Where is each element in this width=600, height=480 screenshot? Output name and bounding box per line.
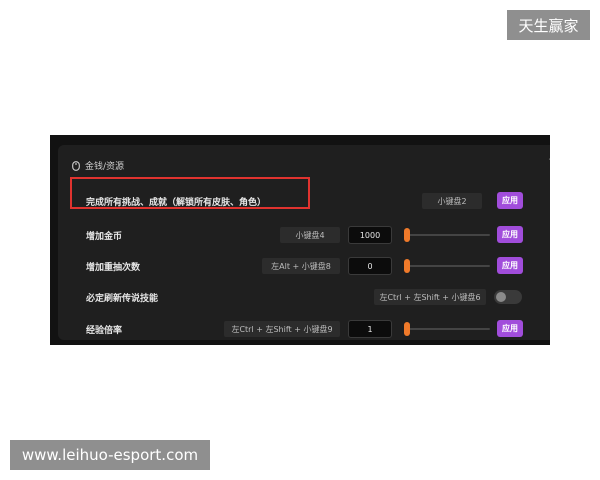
setting-row-exp-multiplier: 经验倍率 左Ctrl + 左Shift + 小键盘9 1 应用 <box>58 317 550 341</box>
slider-thumb[interactable] <box>404 228 410 242</box>
slider-thumb[interactable] <box>404 322 410 336</box>
slider-track[interactable] <box>404 234 490 236</box>
mouse-icon <box>72 160 80 171</box>
row-label: 增加金币 <box>86 231 123 242</box>
value-input[interactable]: 0 <box>348 257 392 275</box>
apply-button[interactable]: 应用 <box>497 192 523 209</box>
row-label: 经验倍率 <box>86 325 123 336</box>
watermark-bottom: www.leihuo-esport.com <box>10 440 210 470</box>
apply-button[interactable]: 应用 <box>497 257 523 274</box>
settings-panel: 金钱/资源 ^ 完成所有挑战、成就（解锁所有皮肤、角色） 小键盘2 应用 增加金… <box>58 145 550 340</box>
slider-track[interactable] <box>404 265 490 267</box>
highlight-annotation <box>70 177 310 209</box>
hotkey-badge[interactable]: 左Alt + 小键盘8 <box>262 258 340 274</box>
row-label: 必定刷新传说技能 <box>86 293 159 304</box>
toggle-switch[interactable] <box>494 290 522 304</box>
setting-row-add-gold: 增加金币 小键盘4 1000 应用 <box>58 223 550 247</box>
hotkey-badge[interactable]: 左Ctrl + 左Shift + 小键盘9 <box>224 321 340 337</box>
row-label: 增加重抽次数 <box>86 262 141 273</box>
setting-row-add-rerolls: 增加重抽次数 左Alt + 小键盘8 0 应用 <box>58 254 550 278</box>
toggle-knob <box>496 292 506 302</box>
section-header[interactable]: 金钱/资源 <box>72 159 124 172</box>
hotkey-badge[interactable]: 小键盘2 <box>422 193 482 209</box>
chevron-up-icon[interactable]: ^ <box>548 156 550 165</box>
apply-button[interactable]: 应用 <box>497 226 523 243</box>
watermark-top: 天生赢家 <box>507 10 590 40</box>
hotkey-badge[interactable]: 小键盘4 <box>280 227 340 243</box>
slider-track[interactable] <box>404 328 490 330</box>
section-title: 金钱/资源 <box>85 162 125 172</box>
value-input[interactable]: 1 <box>348 320 392 338</box>
setting-row-legendary-skill: 必定刷新传说技能 左Ctrl + 左Shift + 小键盘6 <box>58 285 550 309</box>
hotkey-badge[interactable]: 左Ctrl + 左Shift + 小键盘6 <box>374 289 486 305</box>
game-trainer-screenshot: 金钱/资源 ^ 完成所有挑战、成就（解锁所有皮肤、角色） 小键盘2 应用 增加金… <box>50 135 550 345</box>
apply-button[interactable]: 应用 <box>497 320 523 337</box>
slider-thumb[interactable] <box>404 259 410 273</box>
value-input[interactable]: 1000 <box>348 226 392 244</box>
